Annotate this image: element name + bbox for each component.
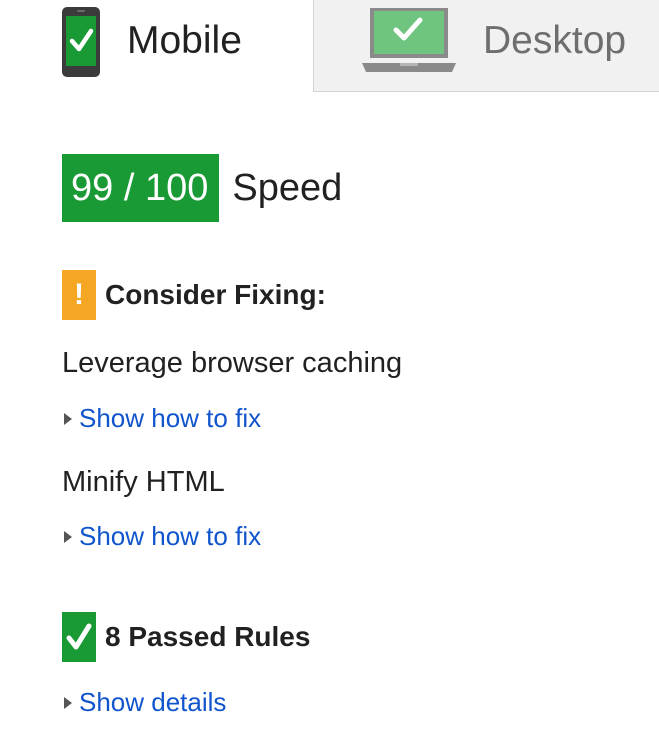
tab-mobile[interactable]: Mobile	[0, 0, 313, 92]
tab-mobile-label: Mobile	[127, 19, 242, 62]
expand-arrow-icon	[64, 696, 72, 709]
show-how-to-fix-caching[interactable]: Show how to fix	[64, 403, 261, 434]
speed-score: 99 / 100 Speed	[62, 154, 342, 222]
warning-icon: !	[62, 270, 96, 320]
show-how-to-fix-link[interactable]: Show how to fix	[79, 403, 261, 434]
show-how-to-fix-minify[interactable]: Show how to fix	[64, 521, 261, 552]
consider-fixing-header: ! Consider Fixing:	[62, 270, 326, 320]
expand-arrow-icon	[64, 530, 72, 543]
expand-arrow-icon	[64, 412, 72, 425]
laptop-check-icon	[362, 8, 456, 72]
pagespeed-results: Mobile Desktop 99 / 100 Speed ! Consider…	[0, 0, 659, 747]
show-details-toggle[interactable]: Show details	[64, 687, 226, 718]
show-details-link[interactable]: Show details	[79, 687, 226, 718]
passed-rules-header: 8 Passed Rules	[62, 612, 310, 662]
checkmark-icon	[66, 623, 92, 650]
check-icon	[62, 612, 96, 662]
rule-leverage-browser-caching: Leverage browser caching	[62, 347, 403, 379]
phone-check-icon	[62, 7, 100, 77]
passed-rules-title: 8 Passed Rules	[105, 621, 311, 652]
tab-desktop-label: Desktop	[483, 19, 627, 62]
consider-fixing-title: Consider Fixing:	[105, 279, 326, 310]
tab-desktop[interactable]: Desktop	[313, 0, 659, 92]
show-how-to-fix-link[interactable]: Show how to fix	[79, 521, 261, 552]
rule-minify-html: Minify HTML	[62, 466, 225, 498]
score-badge: 99 / 100	[62, 154, 220, 222]
score-label: Speed	[232, 167, 343, 209]
device-tabs: Mobile Desktop	[0, 0, 659, 92]
